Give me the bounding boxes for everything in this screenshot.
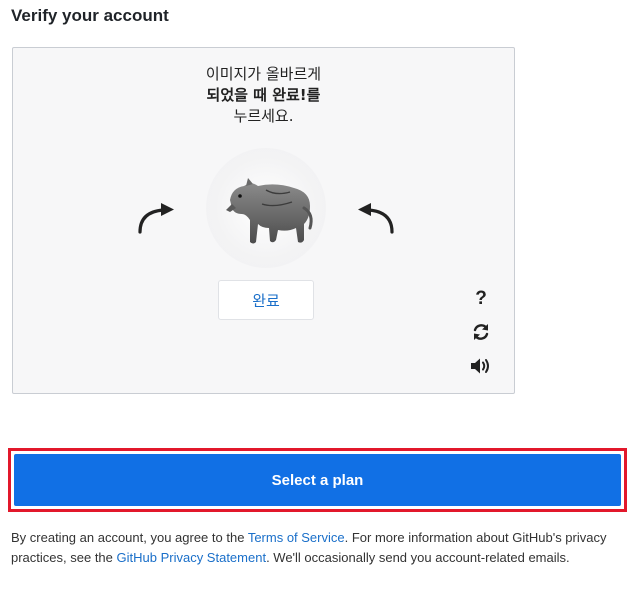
audio-button[interactable] [468,354,494,378]
rotate-left-button[interactable] [133,200,179,240]
page-title: Verify your account [11,6,169,25]
legal-text-3: . We'll occasionally send you account-re… [266,550,570,565]
curved-arrow-up-left-icon [358,203,394,234]
speaker-icon [471,358,489,374]
done-button[interactable]: 완료 [218,280,314,320]
captcha-instructions: 이미지가 올바르게 되었을 때 완료!를 누르세요. [13,64,514,127]
privacy-statement-link[interactable]: GitHub Privacy Statement [117,550,267,565]
legal-notice: By creating an account, you agree to the… [11,528,611,568]
refresh-icon [473,324,489,340]
captcha-panel: 이미지가 올바르게 되었을 때 완료!를 누르세요. 완료 ? [12,47,515,394]
instruction-line-3: 누르세요. [233,107,294,125]
curved-arrow-up-right-icon [138,203,174,234]
instruction-line-1: 이미지가 올바르게 [205,65,322,83]
rotate-right-button[interactable] [353,200,399,240]
legal-text-1: By creating an account, you agree to the [11,530,248,545]
animal-figure-icon [226,178,313,244]
help-button[interactable]: ? [468,286,494,310]
select-plan-button[interactable]: Select a plan [14,454,621,506]
instruction-line-2: 되었을 때 완료!를 [206,86,321,104]
refresh-button[interactable] [468,320,494,344]
animal-figure-image [206,148,326,268]
terms-of-service-link[interactable]: Terms of Service [248,530,345,545]
help-icon: ? [475,287,487,309]
